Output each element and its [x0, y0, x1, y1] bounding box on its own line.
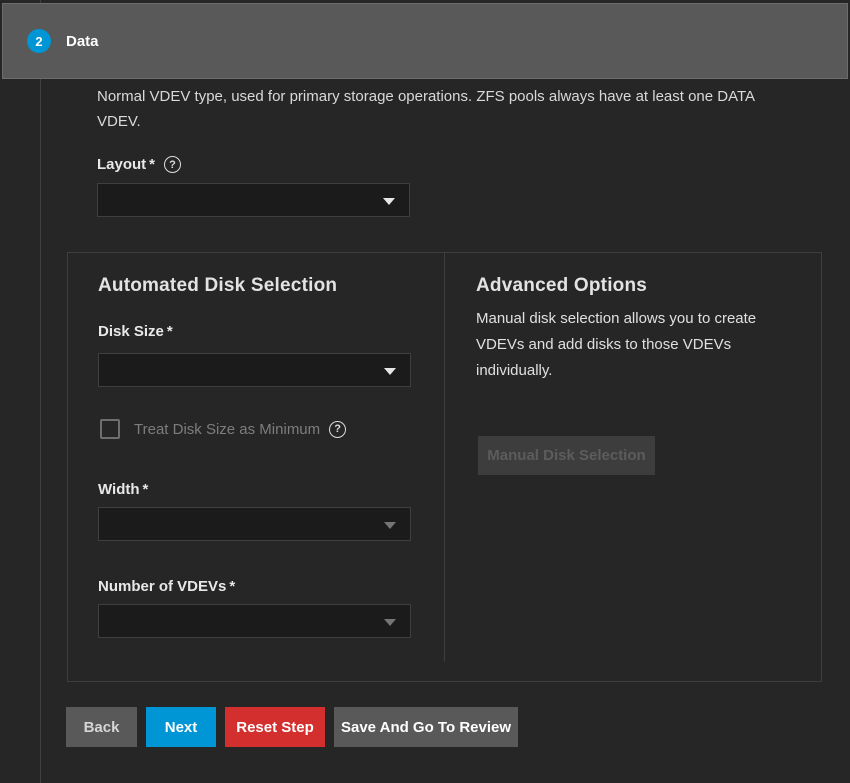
- treat-disk-size-minimum-label: Treat Disk Size as Minimum: [134, 421, 320, 438]
- step-title: Data: [66, 33, 99, 50]
- layout-label-row: Layout * ?: [97, 156, 181, 173]
- step-header-data[interactable]: 2 Data: [2, 3, 848, 79]
- advanced-options-title: Advanced Options: [476, 275, 647, 297]
- required-asterisk: *: [229, 578, 235, 595]
- chevron-down-icon: [384, 522, 396, 529]
- number-of-vdevs-label-row: Number of VDEVs *: [98, 578, 235, 595]
- number-of-vdevs-select[interactable]: [98, 604, 411, 638]
- disk-size-select[interactable]: [98, 353, 411, 387]
- width-label: Width: [98, 481, 140, 498]
- disk-size-label-row: Disk Size *: [98, 323, 173, 340]
- width-select[interactable]: [98, 507, 411, 541]
- disk-size-label: Disk Size: [98, 323, 164, 340]
- save-and-go-to-review-button[interactable]: Save And Go To Review: [334, 707, 518, 747]
- manual-disk-selection-button[interactable]: Manual Disk Selection: [478, 436, 655, 475]
- treat-disk-size-minimum-help-icon[interactable]: ?: [329, 421, 346, 438]
- treat-disk-size-minimum-row: Treat Disk Size as Minimum ?: [100, 419, 346, 439]
- layout-label: Layout: [97, 156, 146, 173]
- next-button[interactable]: Next: [146, 707, 216, 747]
- stepper-connector-line: [40, 0, 41, 783]
- width-label-row: Width *: [98, 481, 148, 498]
- step-number-badge: 2: [27, 29, 51, 53]
- back-button[interactable]: Back: [66, 707, 137, 747]
- treat-disk-size-minimum-checkbox[interactable]: [100, 419, 120, 439]
- chevron-down-icon: [384, 368, 396, 375]
- column-divider: [444, 253, 445, 662]
- data-vdev-description: Normal VDEV type, used for primary stora…: [97, 84, 773, 134]
- number-of-vdevs-label: Number of VDEVs: [98, 578, 226, 595]
- chevron-down-icon: [384, 619, 396, 626]
- required-asterisk: *: [167, 323, 173, 340]
- required-asterisk: *: [149, 156, 155, 173]
- advanced-options-description: Manual disk selection allows you to crea…: [476, 306, 776, 384]
- required-asterisk: *: [143, 481, 149, 498]
- layout-select[interactable]: [97, 183, 410, 217]
- step-action-buttons: Back Next Reset Step Save And Go To Revi…: [66, 707, 518, 747]
- reset-step-button[interactable]: Reset Step: [225, 707, 325, 747]
- layout-help-icon[interactable]: ?: [164, 156, 181, 173]
- automated-disk-selection-title: Automated Disk Selection: [98, 275, 337, 297]
- chevron-down-icon: [383, 198, 395, 205]
- disk-selection-panel: Automated Disk Selection Disk Size * Tre…: [67, 252, 822, 682]
